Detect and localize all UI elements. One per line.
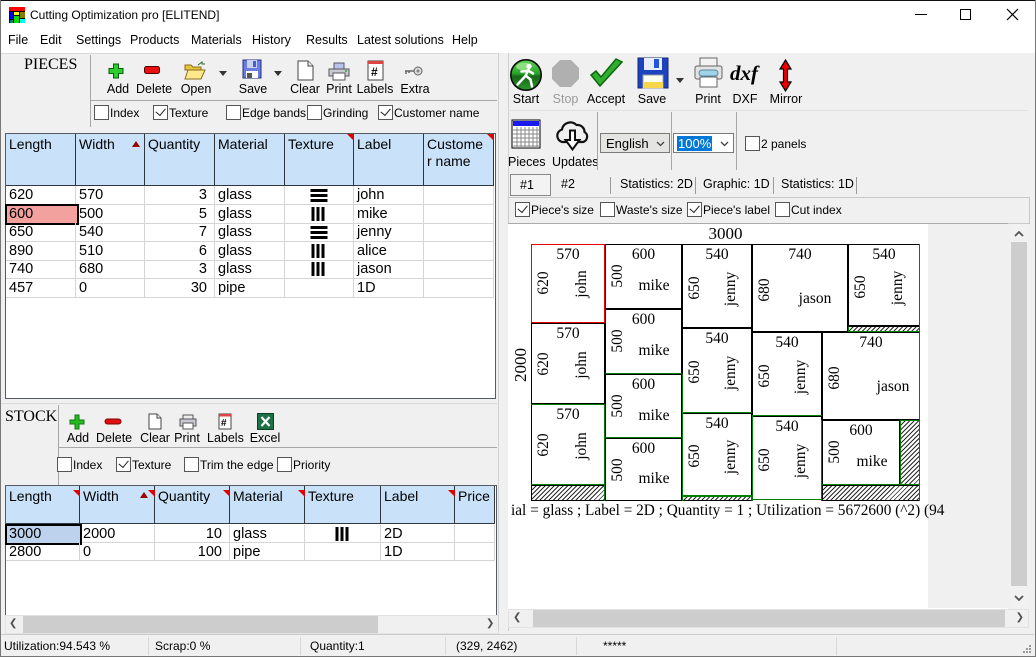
svg-text:#: # (221, 418, 227, 429)
svg-text:#: # (371, 65, 378, 79)
